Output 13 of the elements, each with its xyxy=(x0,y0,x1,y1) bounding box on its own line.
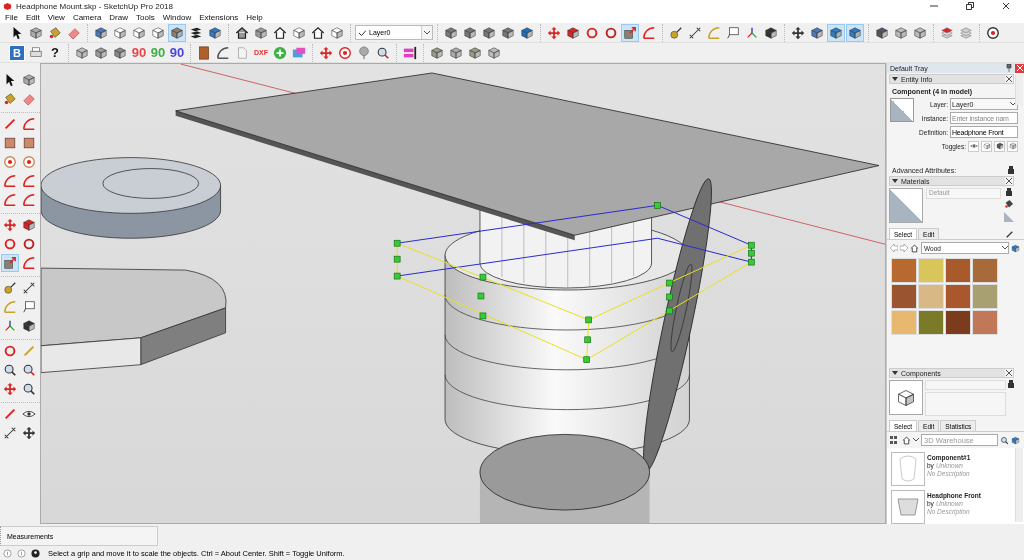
menu-item[interactable]: Edit xyxy=(22,13,45,22)
menu-item[interactable]: File xyxy=(2,13,23,22)
menu-item[interactable]: Window xyxy=(159,13,197,22)
menu-item[interactable]: Draw xyxy=(106,13,133,22)
menu-item[interactable]: View xyxy=(44,13,70,22)
tool-button[interactable]: B xyxy=(9,44,25,61)
tool-button[interactable]: 90 xyxy=(168,43,186,62)
menu-item[interactable]: Camera xyxy=(69,13,107,22)
window-title: Headphone Mount.skp - SketchUp Pro 2018 xyxy=(16,1,174,11)
menu-item[interactable]: Help xyxy=(243,13,268,22)
menu-item[interactable]: Tools xyxy=(133,13,160,22)
tool-button[interactable]: ? xyxy=(46,43,64,62)
menu-item[interactable]: Extensions xyxy=(196,13,244,22)
